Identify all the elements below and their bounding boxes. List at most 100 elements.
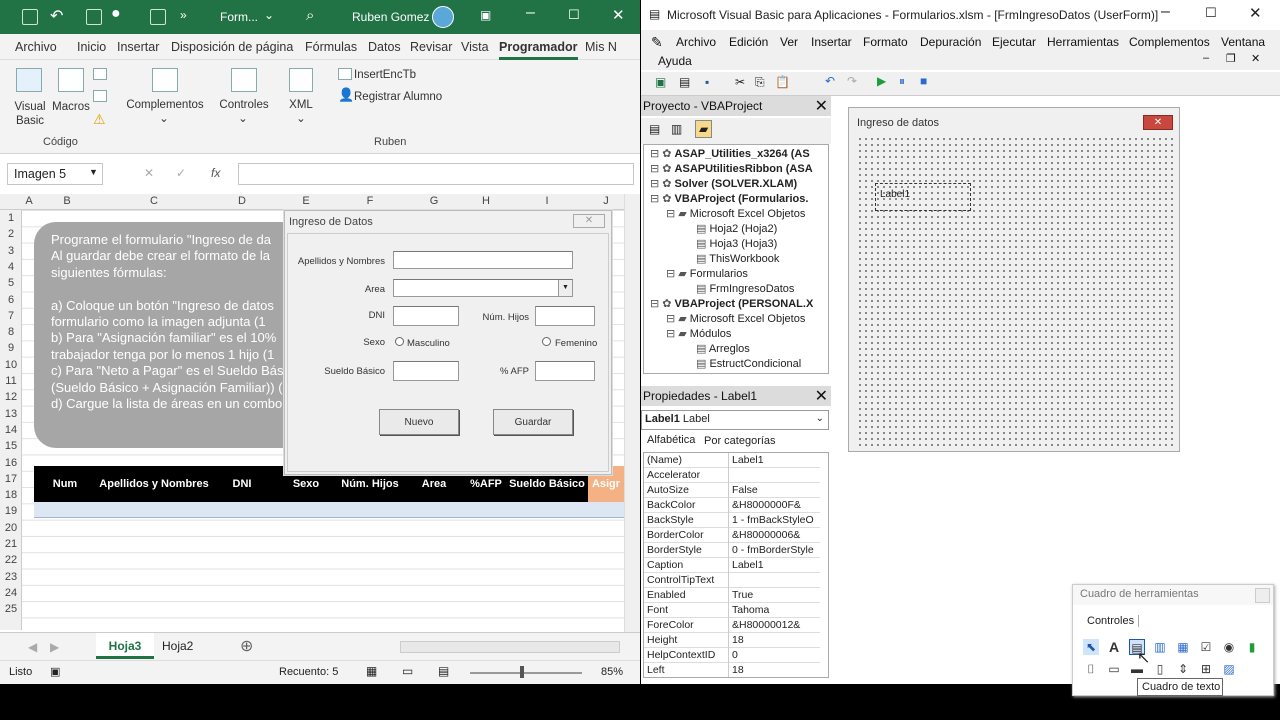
doc-restore-icon[interactable]: ❐ [1226, 52, 1236, 65]
maximize-icon[interactable]: ☐ [1205, 5, 1217, 21]
property-row[interactable]: BackStyle 1 - fmBackStyleO [644, 513, 820, 528]
redo-icon[interactable]: ↷ [847, 74, 857, 88]
project-tree-item[interactable]: ⊟ ▰ Microsoft Excel Objetos [666, 312, 805, 327]
property-row[interactable]: AutoSize False [644, 483, 820, 498]
afp-input[interactable] [535, 361, 595, 381]
row-header[interactable]: 10 [0, 359, 22, 371]
controles-button[interactable]: Controles [216, 98, 272, 112]
property-value[interactable]: 18 [732, 664, 744, 676]
undo-icon[interactable]: ↶ [50, 6, 63, 26]
row-header[interactable]: 6 [0, 294, 22, 306]
form-icon[interactable] [150, 9, 166, 25]
row-header[interactable]: 22 [0, 554, 22, 566]
menu-edicion[interactable]: Edición [729, 35, 768, 49]
row-header[interactable]: 15 [0, 440, 22, 452]
close-icon[interactable] [1255, 588, 1270, 603]
checkbox-tool-icon[interactable]: ☑ [1198, 639, 1214, 655]
row-header[interactable]: 13 [0, 408, 22, 420]
pause-icon[interactable]: ⏸ [899, 74, 905, 89]
row-header[interactable]: 1 [0, 212, 22, 224]
property-value[interactable]: True [732, 589, 753, 601]
column-header[interactable]: C [98, 195, 210, 207]
paste-icon[interactable]: 📋 [775, 75, 790, 89]
minimize-icon[interactable]: – [1161, 3, 1170, 21]
property-row[interactable]: ForeColor &H80000012& [644, 618, 820, 633]
row-header[interactable]: 8 [0, 326, 22, 338]
property-value[interactable]: Label1 [732, 454, 764, 466]
tab-alfabetica[interactable]: Alfabética [647, 434, 695, 446]
column-header[interactable]: D [210, 195, 274, 207]
property-row[interactable]: Enabled True [644, 588, 820, 603]
project-tree[interactable]: ⊟ ✿ ASAP_Utilities_x3264 (AS ⊟ ✿ ASAPUtil… [643, 144, 829, 374]
tab-mis[interactable]: Mis N [585, 40, 617, 54]
row-header[interactable]: 18 [0, 489, 22, 501]
column-header[interactable]: H [466, 195, 506, 207]
copy-icon[interactable]: ⎘ [755, 75, 765, 90]
property-value[interactable]: &H8000000F& [732, 499, 801, 511]
properties-grid[interactable]: (Name) Label1 Accelerator AutoSize False Back… [643, 452, 829, 678]
property-row[interactable]: BackColor &H8000000F& [644, 498, 820, 513]
doc-close-icon[interactable]: ✕ [1251, 52, 1260, 65]
menu-archivo[interactable]: Archivo [676, 35, 716, 49]
menu-depuracion[interactable]: Depuración [920, 35, 981, 49]
tab-formulas[interactable]: Fórmulas [305, 40, 357, 54]
property-value[interactable]: False [732, 484, 758, 496]
row-header[interactable]: 12 [0, 391, 22, 403]
property-row[interactable]: Left 18 [644, 663, 820, 677]
tab-inicio[interactable]: Inicio [77, 40, 106, 54]
menu-ejecutar[interactable]: Ejecutar [992, 35, 1036, 49]
project-tree-item[interactable]: ⊟ ✿ Solver (SOLVER.XLAM) [650, 177, 797, 192]
close-icon[interactable]: ✕ [1143, 115, 1173, 130]
property-row[interactable]: (Name) Label1 [644, 453, 820, 468]
chevron-down-icon[interactable]: ▼ [558, 280, 572, 296]
project-tree-item[interactable]: ⊟ ▰ Formularios [666, 267, 748, 282]
property-value[interactable]: 0 - fmBorderStyle [732, 544, 814, 556]
project-tree-item[interactable]: ▤ Hoja2 (Hoja2) [696, 222, 777, 237]
property-row[interactable]: BorderColor &H80000006& [644, 528, 820, 543]
area-combobox[interactable]: ▼ [393, 279, 573, 297]
tab-revisar[interactable]: Revisar [410, 40, 452, 54]
check-icon[interactable]: ✓ [176, 166, 186, 180]
property-row[interactable]: Accelerator [644, 468, 820, 483]
complementos-button[interactable]: Complementos [122, 98, 208, 112]
page-break-icon[interactable]: ▤ [438, 664, 449, 678]
project-tree-item[interactable]: ▤ FrmIngresoDatos [696, 282, 794, 297]
property-value[interactable]: &H80000006& [732, 529, 800, 541]
project-tree-item[interactable]: ⊟ ▰ Módulos [666, 327, 731, 342]
column-header[interactable]: F [338, 195, 402, 207]
property-row[interactable]: BorderStyle 0 - fmBorderStyle [644, 543, 820, 558]
column-header[interactable]: I [506, 195, 588, 207]
num-hijos-input[interactable] [535, 306, 595, 326]
menu-ver[interactable]: Ver [780, 35, 798, 49]
tab-insertar[interactable]: Insertar [117, 40, 159, 54]
macro-record-icon[interactable]: ▣ [50, 665, 60, 678]
property-value[interactable]: Tahoma [732, 604, 769, 616]
dni-input[interactable] [393, 306, 459, 326]
optionbutton-tool-icon[interactable]: ◉ [1221, 639, 1237, 655]
radio-masculino[interactable] [395, 337, 404, 346]
chevron-down-icon[interactable]: ▼ [89, 167, 98, 177]
chevron-down-icon[interactable]: ⌄ [264, 8, 274, 22]
toggle-folders-icon[interactable]: ▰ [695, 120, 713, 138]
row-header[interactable]: 14 [0, 424, 22, 436]
next-sheet-icon[interactable]: ▶ [50, 640, 59, 654]
column-header[interactable]: E [274, 195, 338, 207]
run-icon[interactable]: ▶ [877, 74, 886, 88]
horizontal-scrollbar[interactable] [400, 641, 620, 653]
formula-bar[interactable] [238, 163, 634, 185]
row-header[interactable]: 9 [0, 342, 22, 354]
tab-disposicion[interactable]: Disposición de página [171, 40, 293, 54]
visual-basic-button[interactable]: Visual Basic [8, 100, 52, 128]
view-object-icon[interactable]: ▥ [671, 122, 682, 136]
row-header[interactable]: 4 [0, 261, 22, 273]
guardar-button[interactable]: Guardar [493, 409, 573, 435]
stop-icon[interactable]: ■ [920, 74, 927, 88]
project-tree-item[interactable]: ▤ Hoja3 (Hoja3) [696, 237, 777, 252]
property-row[interactable]: ControlTipText [644, 573, 820, 588]
project-tree-item[interactable]: ▤ ThisWorkbook [696, 252, 779, 267]
column-header[interactable]: A [22, 195, 36, 207]
project-tree-item[interactable]: ⊟ ▰ Microsoft Excel Objetos [666, 207, 805, 222]
combobox-tool-icon[interactable]: ▥ [1152, 639, 1168, 655]
property-row[interactable]: Caption Label1 [644, 558, 820, 573]
column-header[interactable]: B [36, 195, 98, 207]
